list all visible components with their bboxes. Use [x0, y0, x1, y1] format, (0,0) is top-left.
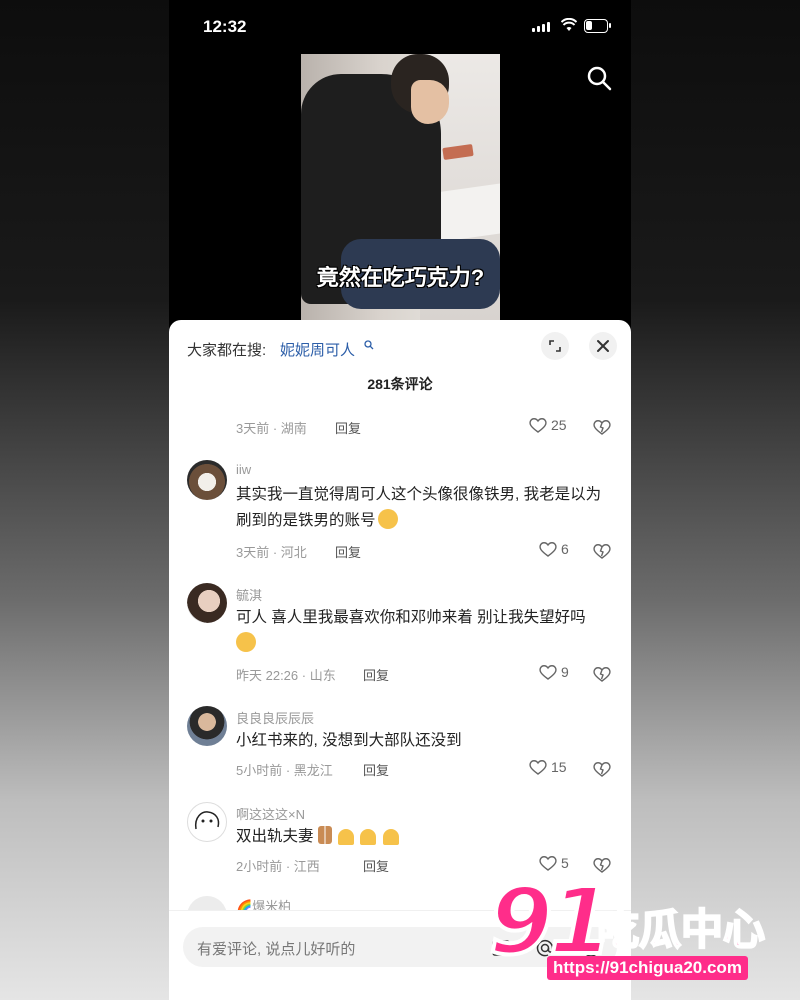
like-button[interactable]: 25 — [529, 417, 567, 433]
broken-heart-icon[interactable] — [593, 665, 611, 683]
comment-username[interactable]: 🌈爆米柏 — [236, 896, 291, 910]
comment-list[interactable]: ▁▁ ▁▁▁ ▁▁▁▁ ▁ 3天前 · 湖南 回复 25 iiw 其实我一直觉得… — [169, 400, 631, 910]
like-count: 6 — [561, 541, 569, 557]
reply-button[interactable]: 回复 — [335, 418, 361, 437]
reply-button[interactable]: 回复 — [363, 665, 389, 684]
comment-text: 其实我一直觉得周可人这个头像很像铁男, 我老是以为刷到的是铁男的账号 — [236, 486, 602, 529]
comment-meta: 昨天 22:26 · 山东 — [236, 668, 336, 683]
like-count: 9 — [561, 664, 569, 680]
comment-input-placeholder: 有爱评论, 说点儿好听的 — [197, 941, 356, 958]
comment-meta: 3天前 · 河北 — [236, 545, 307, 560]
like-button[interactable]: 15 — [529, 759, 567, 775]
status-bar: 12:32 — [169, 0, 631, 52]
battery-icon — [584, 19, 611, 33]
comment-username[interactable]: 良良良辰辰辰 — [236, 708, 314, 727]
broken-heart-icon[interactable] — [593, 542, 611, 560]
avatar[interactable] — [187, 706, 227, 746]
reply-button[interactable]: 回复 — [363, 760, 389, 779]
like-button[interactable]: 9 — [539, 664, 569, 680]
comment-text: 可人 喜人里我最喜欢你和邓帅来着 别让我失望好吗 — [236, 609, 586, 626]
video-caption: 竟然在吃巧克力? — [316, 265, 485, 290]
pray-emoji-icon — [338, 829, 355, 845]
background-right — [631, 0, 800, 1000]
comment-meta: 2小时前 · 江西 — [236, 859, 320, 874]
watermark-title: 吃瓜中心 — [596, 905, 766, 954]
phone-screen: 12:32 竟然在吃巧克力? 大家都在搜: 妮妮周可人 281条评论 3天前 ·… — [169, 0, 631, 1000]
comment-meta: 3天前 · 湖南 — [236, 421, 307, 436]
heart-icon — [539, 665, 557, 680]
search-small-icon — [364, 340, 374, 350]
site-watermark: 91 吃瓜中心 https://91chigua20.com — [487, 866, 789, 988]
background-left — [0, 0, 169, 1000]
wifi-icon — [561, 18, 577, 31]
comment-count: 281条评论 — [367, 376, 433, 392]
expand-icon[interactable] — [541, 332, 569, 360]
like-button[interactable]: 6 — [539, 541, 569, 557]
watermark-url: https://91chigua20.com — [547, 956, 748, 980]
pray-emoji-icon — [360, 829, 377, 845]
comment-text: 小红书来的, 没想到大部队还没到 — [236, 732, 462, 749]
trending-search-link[interactable]: 妮妮周可人 — [280, 339, 355, 360]
emoji-icon — [377, 509, 398, 529]
broken-heart-icon[interactable] — [593, 418, 611, 436]
emoji-icon — [236, 632, 256, 652]
reply-button[interactable]: 回复 — [363, 856, 389, 875]
like-count: 15 — [551, 759, 567, 775]
heart-icon — [529, 418, 547, 433]
comment-meta: 5小时前 · 黑龙江 — [236, 763, 333, 778]
heart-icon — [529, 760, 547, 775]
like-count: 25 — [551, 417, 567, 433]
search-icon[interactable] — [585, 64, 613, 92]
reply-button[interactable]: 回复 — [335, 542, 361, 561]
avatar[interactable] — [187, 583, 227, 623]
pray-emoji-icon — [382, 829, 399, 845]
comments-header: 大家都在搜: 妮妮周可人 281条评论 — [169, 320, 631, 410]
avatar[interactable] — [187, 460, 227, 500]
heart-icon — [539, 542, 557, 557]
comment-username[interactable]: 毓淇 — [236, 585, 262, 604]
comment-username[interactable]: 啊这这这×N — [236, 804, 305, 823]
cellular-signal-icon — [532, 22, 550, 32]
couple-emoji-icon — [317, 826, 332, 844]
avatar[interactable] — [187, 802, 227, 842]
trending-label: 大家都在搜: — [187, 342, 267, 359]
close-icon[interactable] — [589, 332, 617, 360]
broken-heart-icon[interactable] — [593, 760, 611, 778]
comment-username[interactable]: iiw — [236, 462, 251, 477]
video-player[interactable]: 竟然在吃巧克力? — [301, 54, 500, 320]
status-time: 12:32 — [203, 17, 247, 36]
comment-text: 双出轨夫妻 — [236, 828, 314, 845]
avatar[interactable] — [187, 896, 227, 910]
